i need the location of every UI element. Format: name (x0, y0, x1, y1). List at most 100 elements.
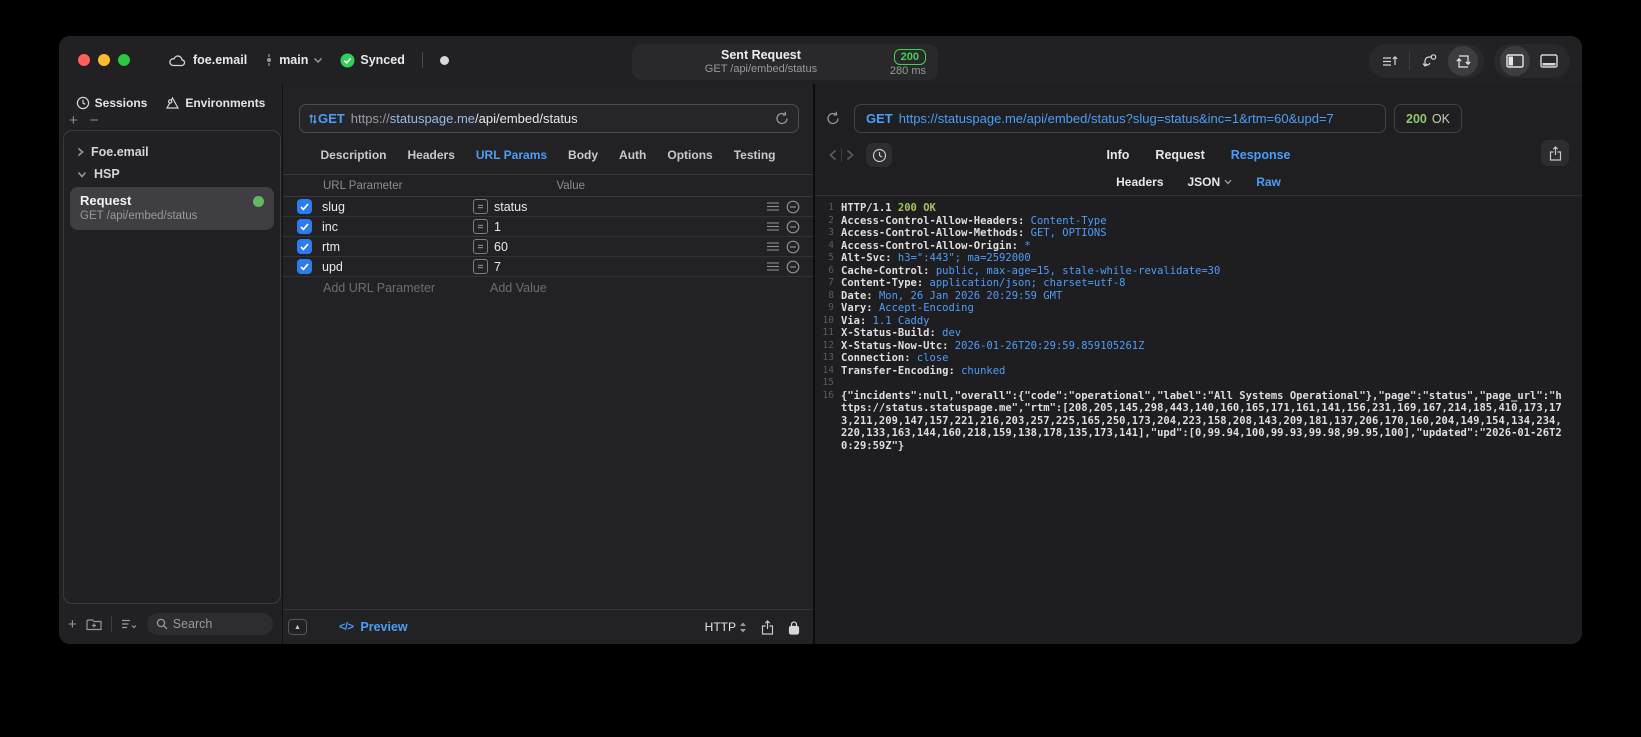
preview-button[interactable]: </> Preview (339, 620, 408, 634)
reload-icon[interactable] (775, 111, 789, 126)
tree-item-label: HSP (94, 167, 120, 181)
request-list-item[interactable]: Request GET /api/embed/status (70, 187, 274, 230)
remove-row-icon[interactable] (786, 200, 800, 214)
response-line: 6 Cache-Control: public, max-age=15, stal… (815, 265, 1582, 278)
lock-icon[interactable] (788, 620, 800, 635)
sort-list-button[interactable] (121, 618, 138, 630)
close-button[interactable] (78, 54, 90, 66)
project-name[interactable]: foe.email (193, 53, 247, 67)
param-value[interactable]: 1 (494, 220, 767, 234)
param-value[interactable]: 7 (494, 260, 767, 274)
reorder-handle-icon[interactable] (767, 262, 779, 271)
add-param-row: Add URL Parameter Add Value (283, 277, 813, 298)
reorder-handle-icon[interactable] (767, 202, 779, 211)
request-tabs: Description Headers URL Params Body Auth… (283, 148, 813, 162)
search-input[interactable] (172, 617, 264, 631)
param-name[interactable]: upd (322, 260, 473, 274)
param-value[interactable]: 60 (494, 240, 767, 254)
sync-status[interactable]: Synced (340, 53, 405, 68)
protocol-select[interactable]: HTTP (705, 620, 747, 634)
add-param-name[interactable]: Add URL Parameter (323, 281, 490, 295)
status-dot-icon (439, 55, 449, 65)
add-request-button[interactable]: + (68, 616, 77, 633)
param-name[interactable]: slug (322, 200, 473, 214)
history-clock-button[interactable] (866, 143, 892, 167)
expand-panel-button[interactable]: ▲ (288, 619, 307, 635)
search-box[interactable] (146, 613, 273, 635)
chevron-down-icon (1224, 179, 1232, 185)
tab-testing[interactable]: Testing (734, 148, 776, 162)
subtab-headers[interactable]: Headers (1116, 175, 1163, 189)
response-line: 1 HTTP/1.1 200 OK (815, 202, 1582, 215)
request-item-subtitle: GET /api/embed/status (80, 210, 198, 222)
subtab-raw[interactable]: Raw (1256, 175, 1281, 189)
remove-row-icon[interactable] (786, 220, 800, 234)
tab-sessions-label: Sessions (94, 96, 148, 110)
tab-headers[interactable]: Headers (408, 148, 455, 162)
request-url-bar[interactable]: GET https://statuspage.me/api/embed/stat… (299, 104, 799, 133)
response-line: 5 Alt-Svc: h3=":443"; ma=2592000 (815, 252, 1582, 265)
param-name[interactable]: rtm (322, 240, 473, 254)
column-header-value: Value (556, 179, 586, 192)
response-line: 12 X-Status-Now-Utc: 2026-01-26T20:29:59.… (815, 340, 1582, 353)
param-checkbox[interactable] (297, 199, 312, 214)
param-value[interactable]: status (494, 200, 767, 214)
tab-body[interactable]: Body (568, 148, 598, 162)
line-content (841, 377, 1582, 390)
forward-icon[interactable] (846, 149, 854, 161)
subtab-json[interactable]: JSON (1188, 175, 1233, 189)
param-checkbox[interactable] (297, 219, 312, 234)
param-name[interactable]: inc (322, 220, 473, 234)
tab-response[interactable]: Response (1231, 148, 1291, 162)
chevron-right-icon (77, 147, 84, 157)
tree-item-hsp[interactable]: HSP (69, 163, 275, 185)
request-url[interactable]: https://statuspage.me/api/embed/status (351, 111, 578, 126)
reorder-handle-icon[interactable] (767, 222, 779, 231)
sent-request-status: 200 280 ms (890, 47, 926, 78)
resend-icon[interactable] (826, 111, 840, 126)
minimize-button[interactable] (98, 54, 110, 66)
tab-description[interactable]: Description (321, 148, 387, 162)
tab-info[interactable]: Info (1107, 148, 1130, 162)
new-folder-button[interactable] (86, 618, 102, 631)
reorder-handle-icon[interactable] (767, 242, 779, 251)
merge-arrows-button[interactable] (1414, 46, 1444, 76)
line-content: Content-Type: application/json; charset=… (841, 277, 1126, 289)
remove-session-button[interactable]: − (90, 112, 99, 129)
param-checkbox[interactable] (297, 259, 312, 274)
export-list-button[interactable] (1375, 46, 1405, 76)
line-number: 14 (822, 364, 834, 376)
tab-request[interactable]: Request (1155, 148, 1204, 162)
back-icon[interactable] (829, 149, 837, 161)
check-circle-icon (340, 53, 355, 68)
param-checkbox[interactable] (297, 239, 312, 254)
method-selector[interactable]: GET (309, 111, 345, 126)
tab-url-params[interactable]: URL Params (476, 148, 547, 162)
remove-row-icon[interactable] (786, 240, 800, 254)
add-param-value[interactable]: Add Value (490, 281, 547, 295)
remove-row-icon[interactable] (786, 260, 800, 274)
sent-url-display[interactable]: GET https://statuspage.me/api/embed/stat… (854, 104, 1386, 133)
sent-request-pill[interactable]: Sent Request GET /api/embed/status 200 2… (632, 44, 938, 80)
add-session-button[interactable]: + (69, 112, 78, 129)
branch-selector[interactable]: main (264, 53, 323, 67)
tab-options[interactable]: Options (667, 148, 712, 162)
toggle-left-panel-button[interactable] (1500, 46, 1530, 76)
tab-sessions[interactable]: Sessions (76, 96, 148, 110)
request-duration: 280 ms (889, 64, 926, 77)
share-icon[interactable] (761, 619, 774, 635)
send-receive-button[interactable] (1448, 46, 1478, 76)
tab-environments[interactable]: Environments (165, 96, 265, 110)
export-response-button[interactable] (1541, 140, 1569, 166)
toggle-bottom-panel-button[interactable] (1534, 46, 1564, 76)
tab-auth[interactable]: Auth (619, 148, 646, 162)
tree-item-foe-email[interactable]: Foe.email (69, 141, 275, 163)
param-row: slug = status (283, 197, 813, 217)
branch-name: main (279, 53, 309, 67)
zoom-button[interactable] (118, 54, 130, 66)
url-params-table: URL Parameter Value slug = status inc = … (283, 174, 813, 298)
line-number: 12 (822, 339, 834, 351)
line-content: Via: 1.1 Caddy (841, 314, 930, 327)
equals-icon: = (473, 259, 488, 274)
environments-icon (165, 96, 180, 110)
